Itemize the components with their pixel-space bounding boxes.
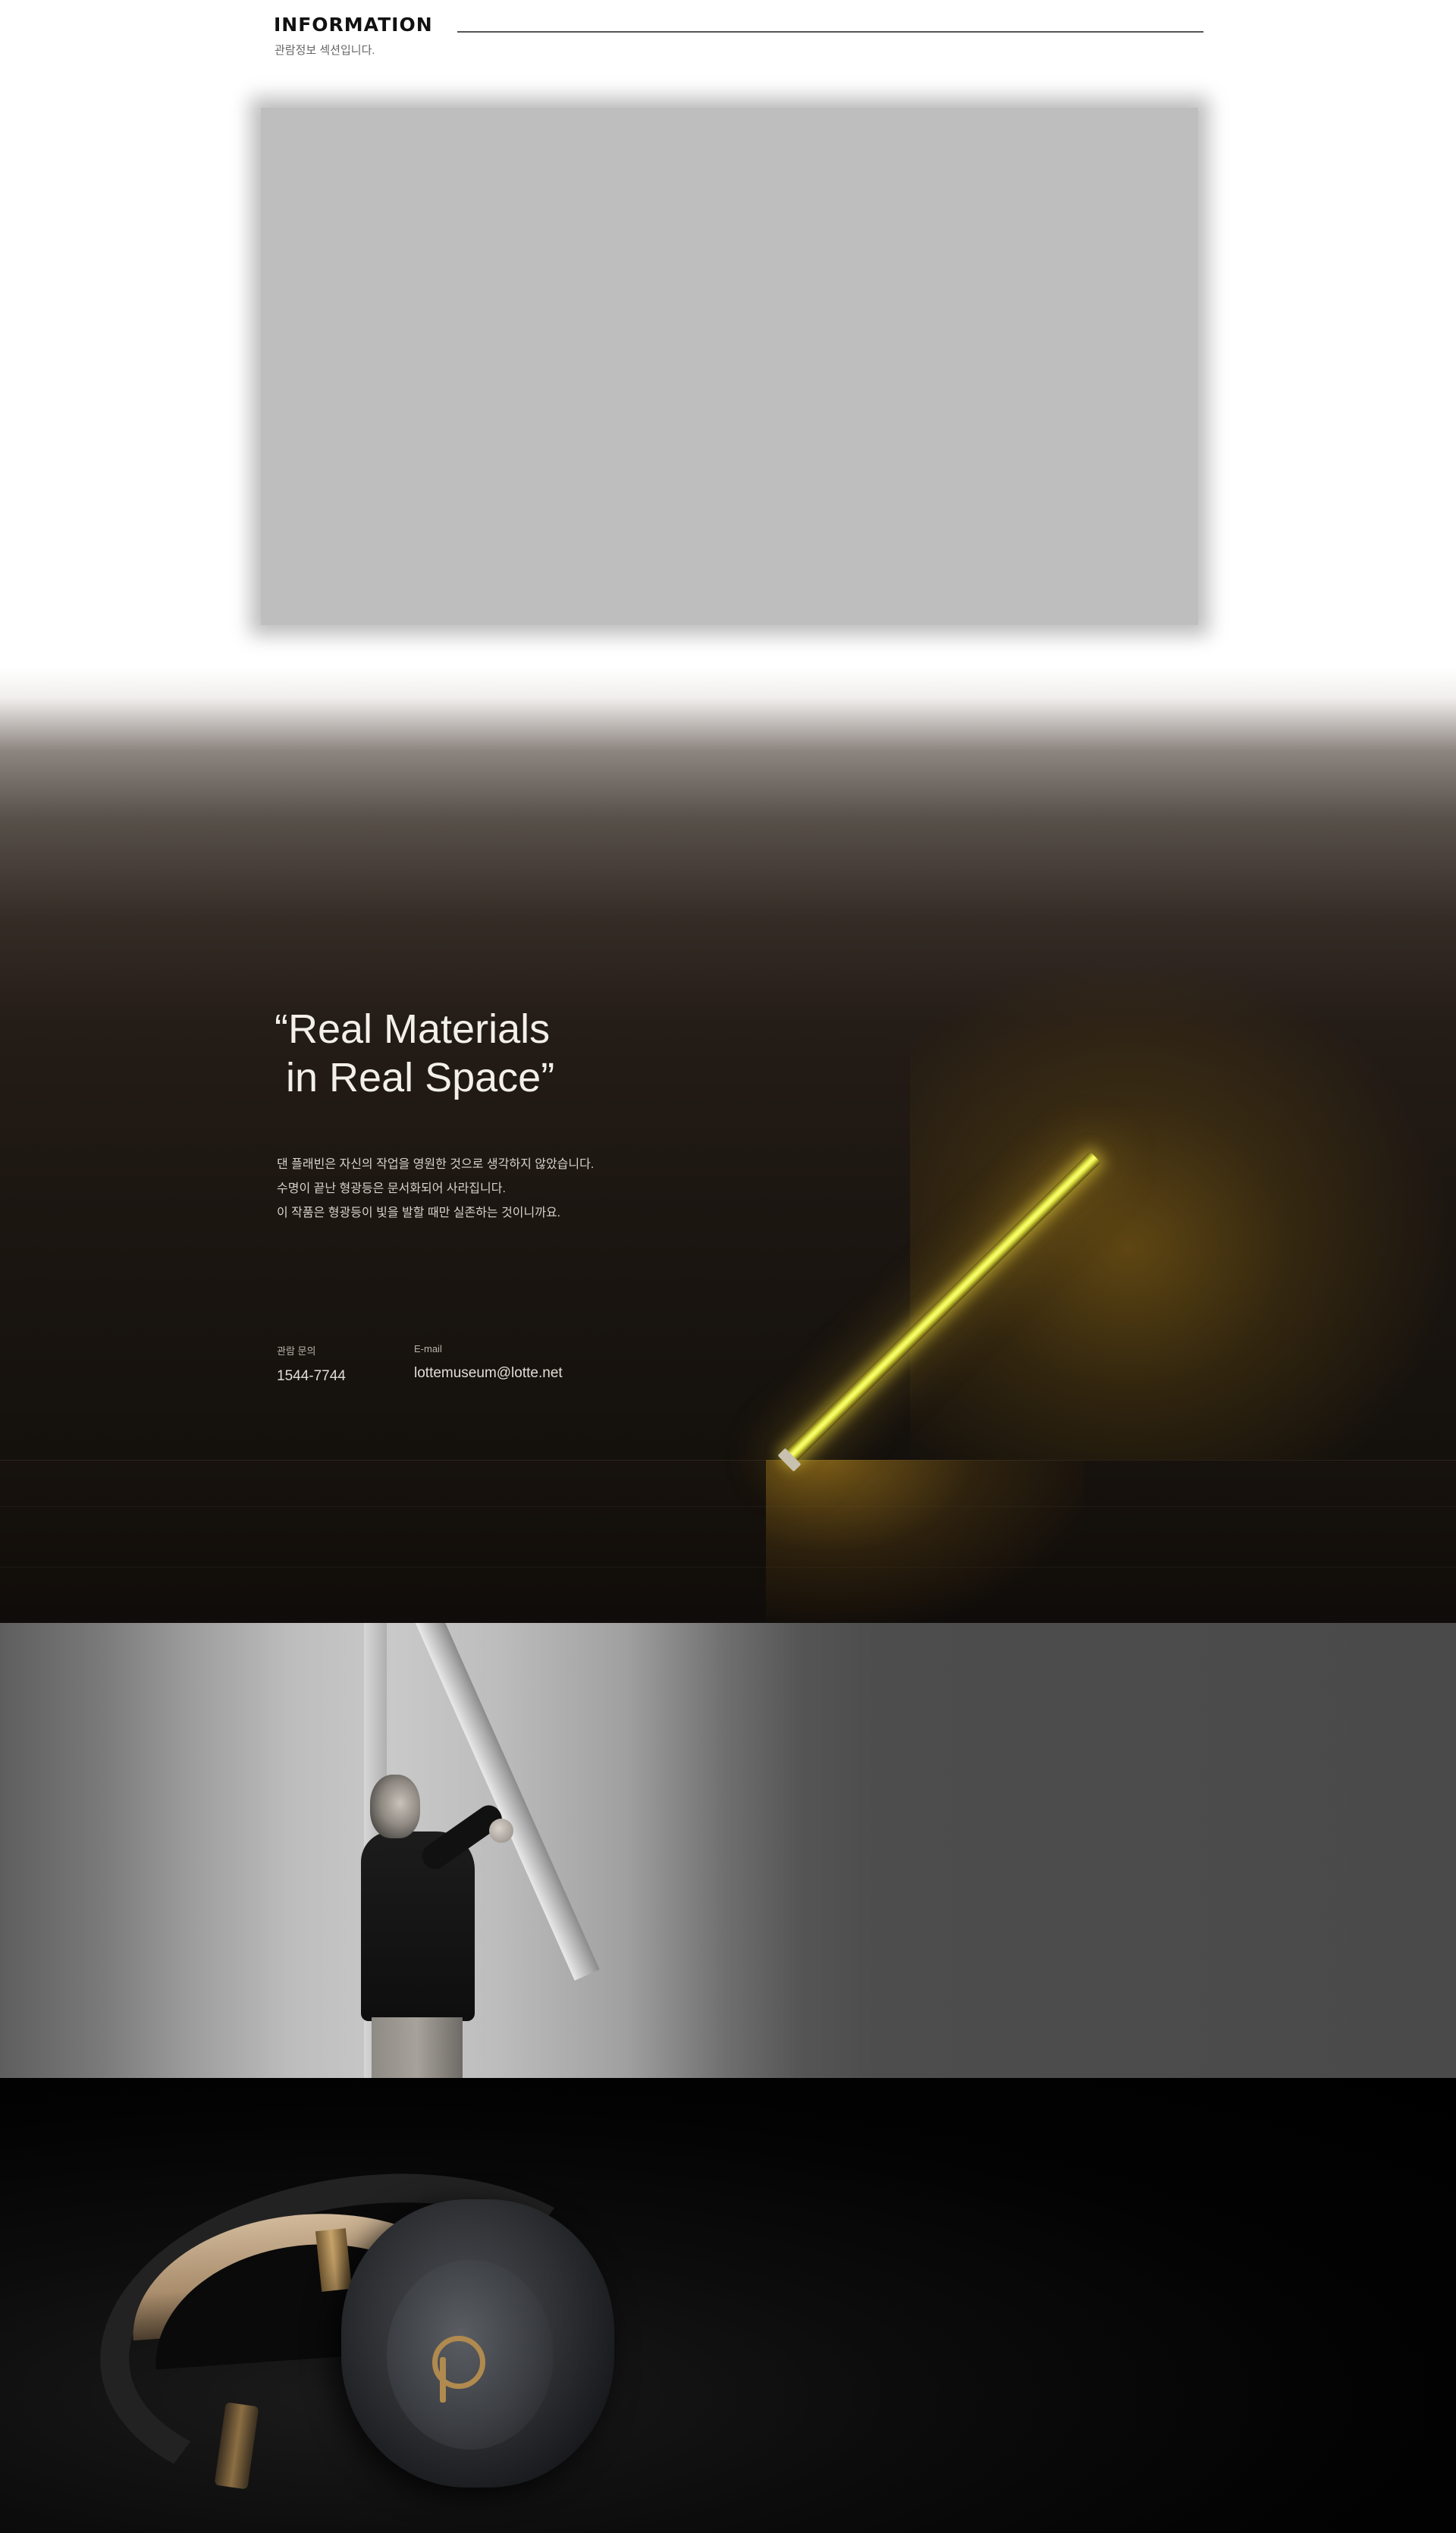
phone-contact: 관람 문의 1544-7744: [277, 1343, 346, 1385]
map-image: [261, 108, 1198, 625]
gallery-floor: [0, 1460, 1456, 1623]
hero-description: 댄 플래빈은 자신의 작업을 영원한 것으로 생각하지 않았습니다. 수명이 끝…: [277, 1153, 594, 1226]
information-header: INFORMATION 관람정보 섹션입니다.: [274, 14, 1203, 59]
description-line: 댄 플래빈은 자신의 작업을 영원한 것으로 생각하지 않았습니다.: [277, 1158, 595, 1171]
right-hinge: [315, 2228, 353, 2292]
lamp-glow: [910, 956, 1456, 1486]
brand-logo-bar: [440, 2357, 446, 2403]
email-label: E-mail: [414, 1343, 442, 1354]
description-line: 이 작품은 형광등이 빛을 발할 때만 실존하는 것이니까요.: [277, 1207, 561, 1219]
description-line: 수명이 끝난 형광등은 문서화되어 사라집니다.: [277, 1182, 506, 1195]
phone-label: 관람 문의: [277, 1345, 316, 1357]
hero-quote: “Real Materials in Real Space”: [275, 1006, 555, 1100]
information-title: INFORMATION: [274, 14, 433, 36]
email-address[interactable]: lottemuseum@lotte.net: [414, 1365, 563, 1382]
artist-photo: [356, 1775, 523, 2078]
artist-photo-section: [0, 1623, 1456, 2078]
phone-number[interactable]: 1544-7744: [277, 1368, 346, 1385]
map-placeholder: [250, 97, 1209, 636]
information-subtitle: 관람정보 섹션입니다.: [275, 44, 375, 57]
floor-reflection: [766, 1460, 1084, 1623]
headphones-image: [79, 2141, 660, 2531]
email-contact: E-mail lottemuseum@lotte.net: [414, 1343, 563, 1382]
title-divider: [457, 31, 1203, 33]
hero-section: “Real Materials in Real Space” 댄 플래빈은 자신…: [0, 667, 1456, 1623]
headphones-section: [0, 2078, 1456, 2533]
